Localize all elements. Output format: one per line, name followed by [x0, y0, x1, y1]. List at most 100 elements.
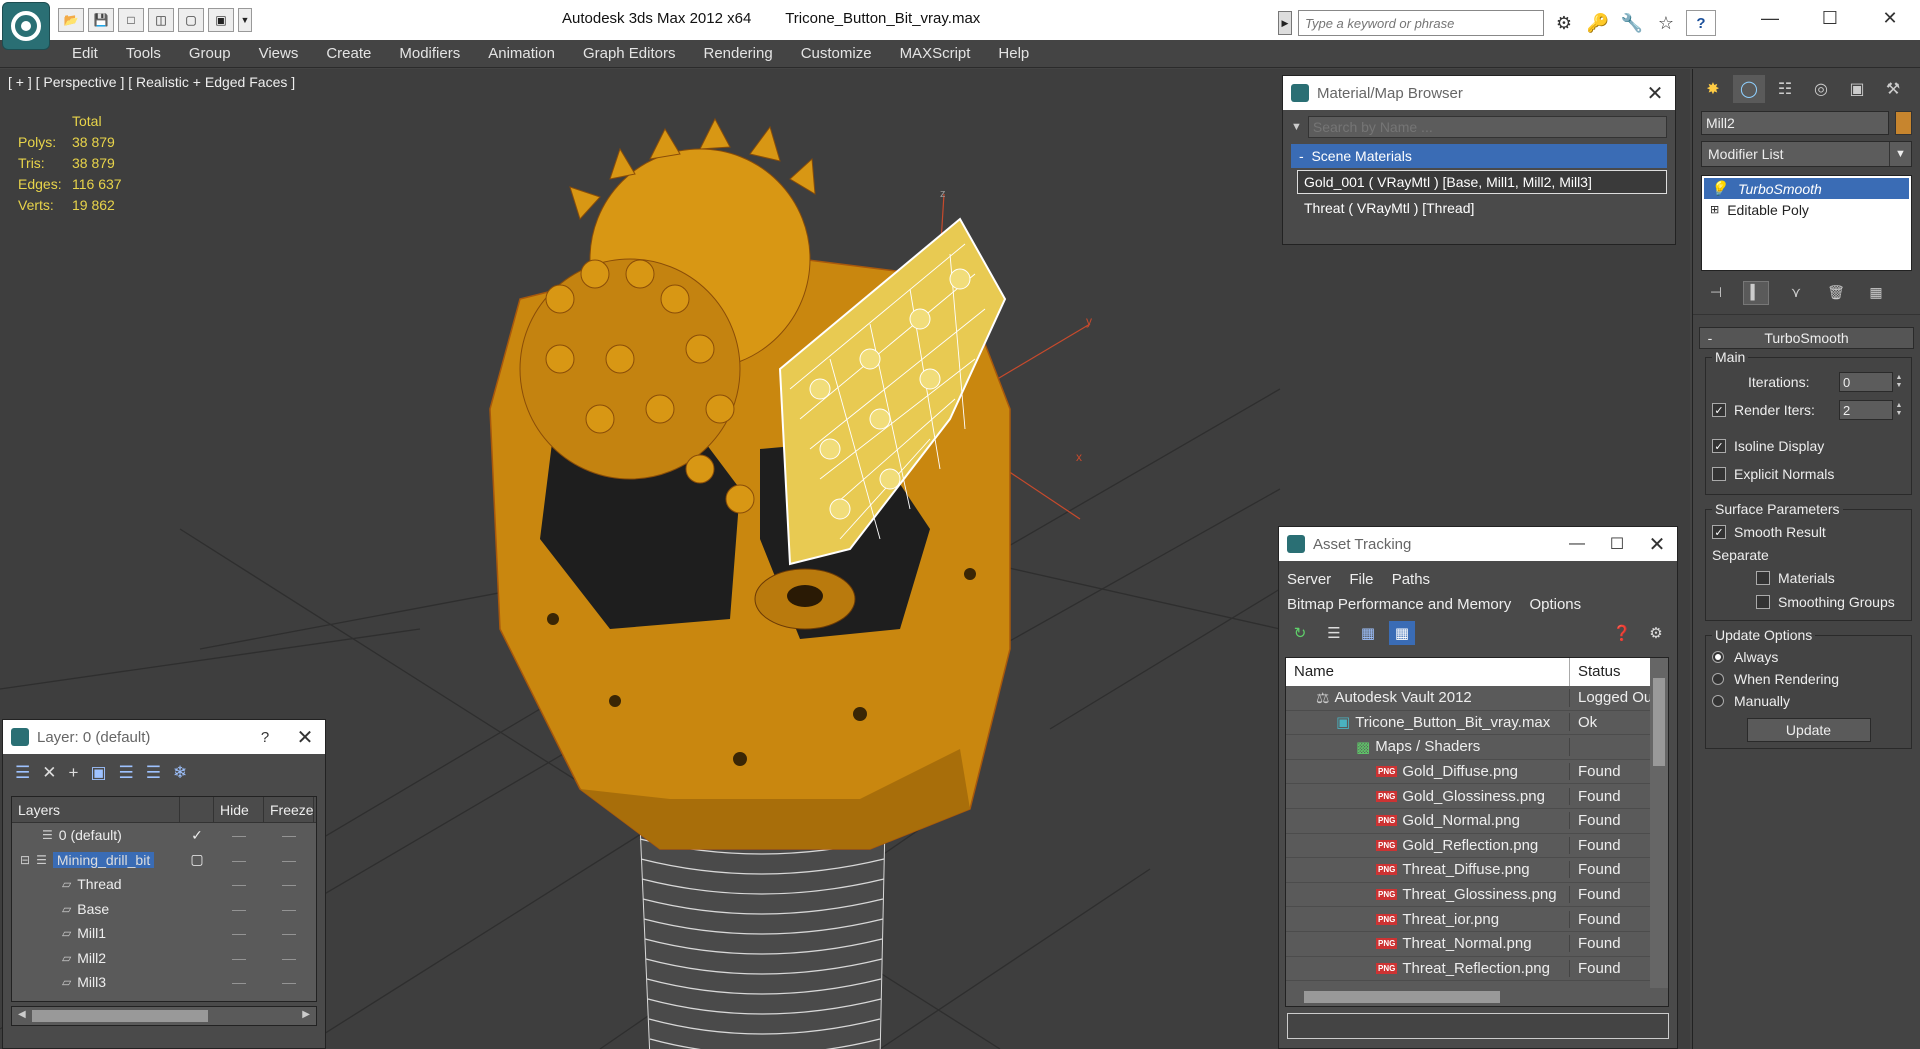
material-search-input[interactable] [1307, 116, 1667, 138]
layer-row[interactable]: ⊟ ☰ Mining_drill_bit ▢ — — [12, 848, 316, 873]
separate-smoothing-groups-checkbox[interactable] [1756, 595, 1770, 609]
spinner-arrows-icon[interactable]: ▲ ▼ [1893, 372, 1905, 392]
render-iters-checkbox[interactable]: ✓ [1712, 403, 1726, 417]
freeze-toggle[interactable]: — [264, 925, 314, 941]
subscription-icon[interactable]: 🔑 [1584, 10, 1612, 36]
redo-icon[interactable]: ▣ [208, 8, 234, 32]
asset-row[interactable]: PNG Threat_Glossiness.png Found [1286, 883, 1668, 908]
menu-paths[interactable]: Paths [1392, 571, 1430, 588]
layer-row[interactable]: ▱ Base — — [12, 897, 316, 922]
communication-icon[interactable]: 🔧 [1618, 10, 1646, 36]
hierarchy-tab-icon[interactable]: ☷ [1769, 75, 1801, 103]
col-hide[interactable]: Hide [214, 797, 264, 822]
lightbulb-icon[interactable]: 💡 [1710, 180, 1727, 197]
layer-row[interactable]: ▱ Mill2 — — [12, 946, 316, 971]
close-icon[interactable]: ✕ [285, 725, 325, 750]
pin-stack-icon[interactable]: ⊣ [1703, 281, 1729, 305]
asset-path-field[interactable] [1287, 1013, 1669, 1039]
hide-toggle[interactable]: — [214, 876, 264, 892]
freeze-toggle[interactable]: — [264, 901, 314, 917]
col-freeze[interactable]: Freeze [264, 797, 314, 822]
table-view-icon[interactable]: ▦ [1389, 621, 1415, 645]
asset-row[interactable]: ▩ Maps / Shaders [1286, 735, 1668, 760]
hide-toggle[interactable]: — [214, 827, 264, 843]
menu-group[interactable]: Group [175, 40, 245, 67]
menu-customize[interactable]: Customize [787, 40, 886, 67]
highlight-layer-icon[interactable]: ☰ [119, 763, 134, 783]
asset-row[interactable]: PNG Gold_Reflection.png Found [1286, 834, 1668, 859]
display-tab-icon[interactable]: ▣ [1841, 75, 1873, 103]
update-manually-radio[interactable] [1712, 695, 1724, 707]
freeze-toggle[interactable]: — [264, 852, 314, 868]
hide-toggle[interactable]: — [214, 974, 264, 990]
asset-row[interactable]: PNG Gold_Glossiness.png Found [1286, 784, 1668, 809]
asset-row[interactable]: ▣ Tricone_Button_Bit_vray.max Ok [1286, 711, 1668, 736]
current-layer-check-icon[interactable]: ✓ [180, 827, 214, 844]
utilities-tab-icon[interactable]: ⚒ [1877, 75, 1909, 103]
detail-view-icon[interactable]: ▦ [1355, 621, 1381, 645]
menu-animation[interactable]: Animation [474, 40, 569, 67]
asset-tracking-titlebar[interactable]: Asset Tracking — ☐ ✕ [1279, 527, 1677, 561]
update-when-rendering-radio[interactable] [1712, 673, 1724, 685]
options-dropdown-icon[interactable]: ▼ [1291, 121, 1302, 133]
add-to-layer-icon[interactable]: + [69, 763, 79, 783]
asset-row[interactable]: PNG Threat_Reflection.png Found [1286, 957, 1668, 982]
menu-edit[interactable]: Edit [58, 40, 112, 67]
favorites-icon[interactable]: ☆ [1652, 10, 1680, 36]
hide-toggle[interactable]: — [214, 950, 264, 966]
layer-hscrollbar[interactable]: ◀ ▶ [11, 1006, 317, 1026]
render-iters-spinner[interactable] [1839, 400, 1893, 420]
scene-materials-header[interactable]: - Scene Materials [1291, 144, 1667, 168]
menu-modifiers[interactable]: Modifiers [385, 40, 474, 67]
close-icon[interactable]: ✕ [1635, 81, 1675, 106]
menu-options[interactable]: Options [1529, 596, 1581, 613]
new-scene-icon[interactable]: □ [118, 8, 144, 32]
menu-views[interactable]: Views [245, 40, 313, 67]
asset-vscrollbar[interactable] [1650, 658, 1668, 1006]
object-name-input[interactable] [1701, 111, 1889, 135]
menu-graph-editors[interactable]: Graph Editors [569, 40, 690, 67]
create-tab-icon[interactable]: ✸ [1697, 75, 1729, 103]
close-icon[interactable]: ✕ [1860, 0, 1920, 36]
turbosmooth-rollout-header[interactable]: - TurboSmooth [1699, 327, 1914, 349]
help-button[interactable]: ? [1686, 10, 1716, 36]
make-unique-icon[interactable]: ⋎ [1783, 281, 1809, 305]
menu-help[interactable]: Help [984, 40, 1043, 67]
maximize-icon[interactable]: ☐ [1800, 0, 1860, 36]
remove-modifier-icon[interactable]: 🗑 [1823, 281, 1849, 305]
layer-row[interactable]: ☰ 0 (default) ✓ — — [12, 823, 316, 848]
refresh-icon[interactable]: ↻ [1287, 621, 1313, 645]
menu-create[interactable]: Create [312, 40, 385, 67]
thread-mesh[interactable] [639, 823, 886, 1049]
asset-row[interactable]: PNG Gold_Diffuse.png Found [1286, 760, 1668, 785]
help-context-icon[interactable]: ❓ [1609, 621, 1635, 645]
iterations-spinner[interactable] [1839, 372, 1893, 392]
layer-panel-titlebar[interactable]: Layer: 0 (default) ? ✕ [3, 720, 325, 754]
scroll-thumb[interactable] [1304, 991, 1500, 1003]
select-objects-icon[interactable]: ▣ [90, 763, 106, 783]
material-item[interactable]: Threat ( VRayMtl ) [Thread] [1297, 196, 1667, 220]
freeze-toggle[interactable]: — [264, 950, 314, 966]
hide-toggle[interactable]: — [214, 901, 264, 917]
scroll-left-icon[interactable]: ◀ [18, 1009, 26, 1020]
modifier-list-dropdown[interactable]: Modifier List ▼ [1701, 141, 1912, 167]
material-item[interactable]: Gold_001 ( VRayMtl ) [Base, Mill1, Mill2… [1297, 170, 1667, 194]
freeze-toggle[interactable]: — [264, 974, 314, 990]
asset-row[interactable]: PNG Threat_ior.png Found [1286, 907, 1668, 932]
stack-item-turbosmooth[interactable]: 💡 TurboSmooth [1704, 178, 1909, 199]
explicit-normals-checkbox[interactable] [1712, 467, 1726, 481]
asset-row[interactable]: PNG Gold_Normal.png Found [1286, 809, 1668, 834]
close-icon[interactable]: ✕ [1637, 532, 1677, 557]
update-always-radio[interactable] [1712, 651, 1724, 663]
scroll-thumb[interactable] [1653, 678, 1665, 766]
spinner-arrows-icon[interactable]: ▲ ▼ [1893, 400, 1905, 420]
menu-tools[interactable]: Tools [112, 40, 175, 67]
configure-sets-icon[interactable]: ▦ [1863, 281, 1889, 305]
smooth-result-checkbox[interactable]: ✓ [1712, 525, 1726, 539]
settings-icon[interactable]: ⚙ [1643, 621, 1669, 645]
freeze-toggle[interactable]: — [264, 876, 314, 892]
material-browser-titlebar[interactable]: Material/Map Browser ✕ [1283, 76, 1675, 110]
hide-toggle[interactable]: — [214, 925, 264, 941]
update-button[interactable]: Update [1746, 718, 1871, 742]
hold-icon[interactable]: ◫ [148, 8, 174, 32]
